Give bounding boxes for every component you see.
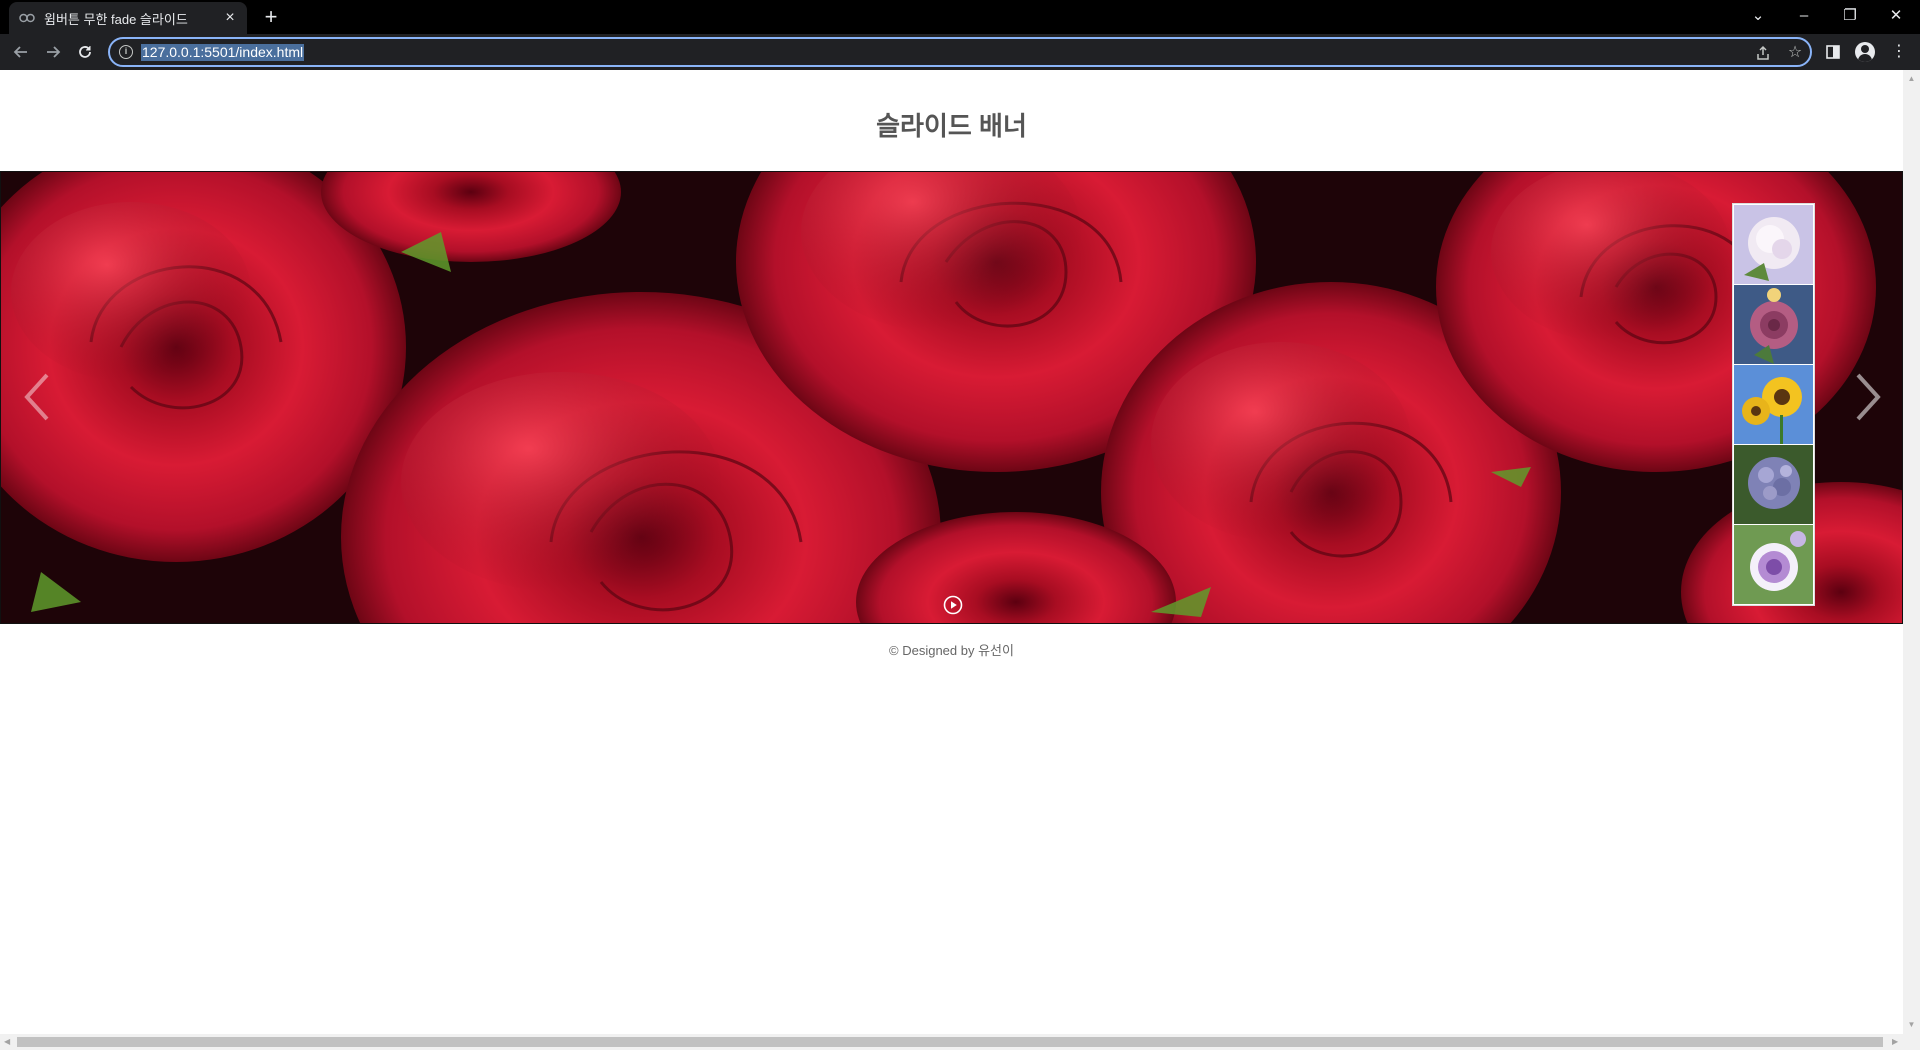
new-tab-button[interactable]: + <box>260 6 282 28</box>
play-circle-icon <box>943 595 963 615</box>
share-icon[interactable] <box>1753 43 1773 63</box>
play-button[interactable] <box>943 595 963 615</box>
browser-toolbar: i 127.0.0.1:5501/index.html ☆ ⋮ <box>0 34 1920 70</box>
close-window-button[interactable]: ✕ <box>1876 3 1916 29</box>
vertical-scrollbar[interactable]: ▲ ▼ <box>1903 70 1920 1034</box>
page-title: 슬라이드 배너 <box>876 111 1027 141</box>
arrow-right-icon <box>47 46 61 58</box>
back-button[interactable] <box>8 39 34 65</box>
address-bar[interactable]: i 127.0.0.1:5501/index.html ☆ <box>108 37 1812 67</box>
horizontal-scroll-thumb[interactable] <box>17 1037 1883 1047</box>
tab-close-icon[interactable]: × <box>221 10 239 26</box>
thumbnail-white-peony[interactable] <box>1734 205 1813 284</box>
bookmark-star-icon[interactable]: ☆ <box>1785 43 1805 63</box>
tab-search-icon[interactable]: ⌄ <box>1738 3 1778 29</box>
side-panel-icon[interactable] <box>1822 41 1844 63</box>
horizontal-scrollbar[interactable]: ◀ ▶ <box>0 1034 1920 1050</box>
globe-icon <box>19 10 35 26</box>
scroll-left-arrow-icon[interactable]: ◀ <box>4 1037 10 1046</box>
thumbnail-purple-lisianthus[interactable] <box>1734 525 1813 604</box>
prev-slide-button[interactable] <box>19 367 59 427</box>
slide-image-red-roses <box>1 172 1902 623</box>
thumbnail-sunflower[interactable] <box>1734 365 1813 444</box>
minimize-button[interactable]: – <box>1784 3 1824 29</box>
browser-tab-strip: 윔버튼 무한 fade 슬라이드 × + ⌄ – ❐ ✕ <box>0 0 1920 34</box>
restore-button[interactable]: ❐ <box>1830 3 1870 29</box>
next-slide-button[interactable] <box>1846 367 1886 427</box>
scroll-up-arrow-icon[interactable]: ▲ <box>1907 74 1916 83</box>
more-menu-icon[interactable]: ⋮ <box>1888 41 1910 63</box>
url-text[interactable]: 127.0.0.1:5501/index.html <box>141 44 305 61</box>
chevron-left-icon <box>24 373 49 421</box>
chevron-right-icon <box>1856 373 1881 421</box>
footer-credit: © Designed by 유선이 <box>889 643 1014 658</box>
thumbnail-pink-rose[interactable] <box>1734 285 1813 364</box>
info-icon[interactable]: i <box>119 45 133 59</box>
forward-button[interactable] <box>40 39 66 65</box>
reload-button[interactable] <box>72 39 98 65</box>
arrow-left-icon <box>13 46 27 58</box>
browser-tab[interactable]: 윔버튼 무한 fade 슬라이드 × <box>9 2 247 34</box>
scroll-right-arrow-icon[interactable]: ▶ <box>1892 1037 1898 1046</box>
thumbnail-nav <box>1732 203 1815 606</box>
reload-icon <box>79 46 91 58</box>
tab-title: 윔버튼 무한 fade 슬라이드 <box>44 11 188 27</box>
thumbnail-purple-hydrangea[interactable] <box>1734 445 1813 524</box>
slide-banner <box>0 171 1903 624</box>
profile-avatar-icon[interactable] <box>1855 42 1875 62</box>
page-viewport: 슬라이드 배너 © Designed by 유선이 <box>0 70 1903 1034</box>
scroll-down-arrow-icon[interactable]: ▼ <box>1907 1020 1916 1029</box>
